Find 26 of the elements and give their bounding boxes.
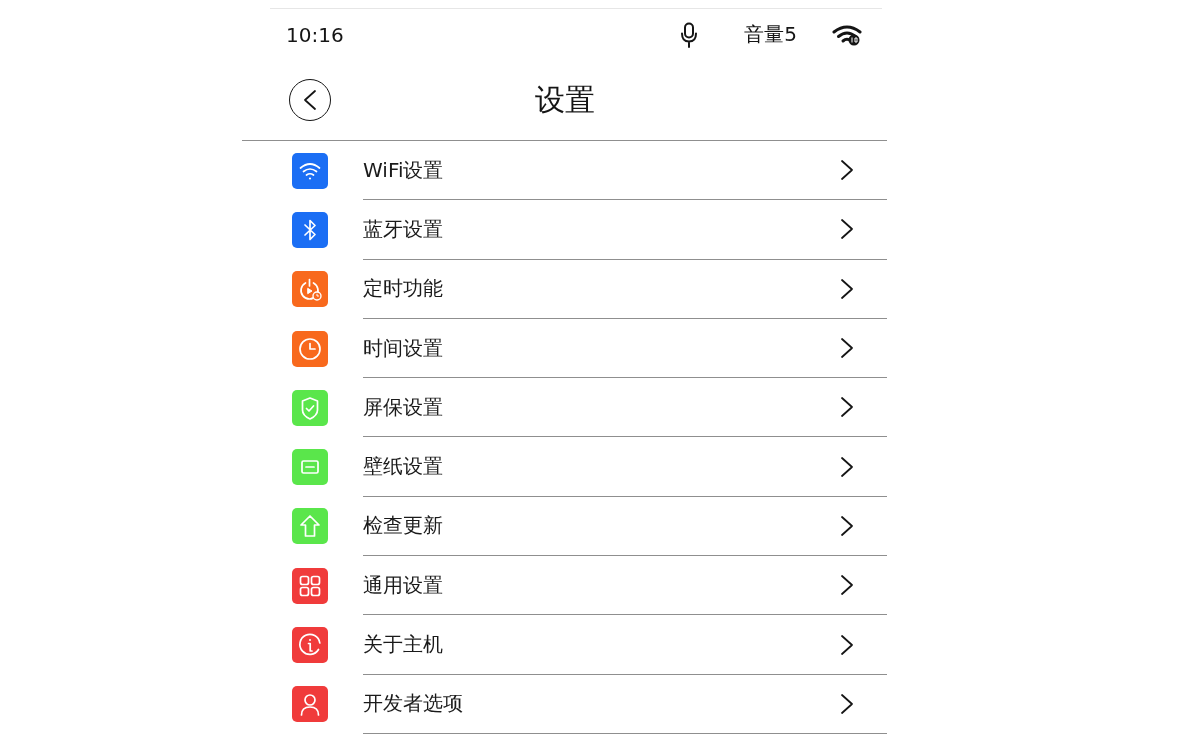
- chevron-right-icon: [840, 396, 854, 419]
- volume-label: 音量5: [744, 21, 797, 48]
- settings-item[interactable]: 壁纸设置: [242, 437, 887, 497]
- chevron-right-icon: [840, 633, 854, 656]
- settings-item[interactable]: 屏保设置: [242, 378, 887, 438]
- settings-item[interactable]: 通用设置: [242, 556, 887, 616]
- chevron-right-icon: [840, 692, 854, 715]
- chevron-right-icon: [840, 514, 854, 537]
- chevron-right-icon: [840, 337, 854, 360]
- settings-item[interactable]: WiFi设置: [242, 141, 887, 201]
- chevron-left-icon: [303, 89, 317, 111]
- wifi-icon: [832, 23, 862, 46]
- chevron-right-icon: [840, 159, 854, 182]
- page-title: 设置: [534, 80, 595, 119]
- chevron-right-icon: [840, 455, 854, 478]
- settings-item[interactable]: 定时功能: [242, 259, 887, 319]
- chevron-right-icon: [840, 574, 854, 597]
- chevron-right-icon: [840, 277, 854, 300]
- microphone-icon: [680, 21, 699, 48]
- chevron-right-icon: [840, 218, 854, 241]
- status-time: 10:16: [286, 22, 344, 47]
- settings-item[interactable]: 时间设置: [242, 318, 887, 379]
- settings-item[interactable]: 蓝牙设置: [242, 200, 887, 260]
- settings-item[interactable]: 开发者选项: [242, 674, 887, 734]
- settings-item[interactable]: 关于主机: [242, 615, 887, 675]
- settings-item[interactable]: 检查更新: [242, 496, 887, 557]
